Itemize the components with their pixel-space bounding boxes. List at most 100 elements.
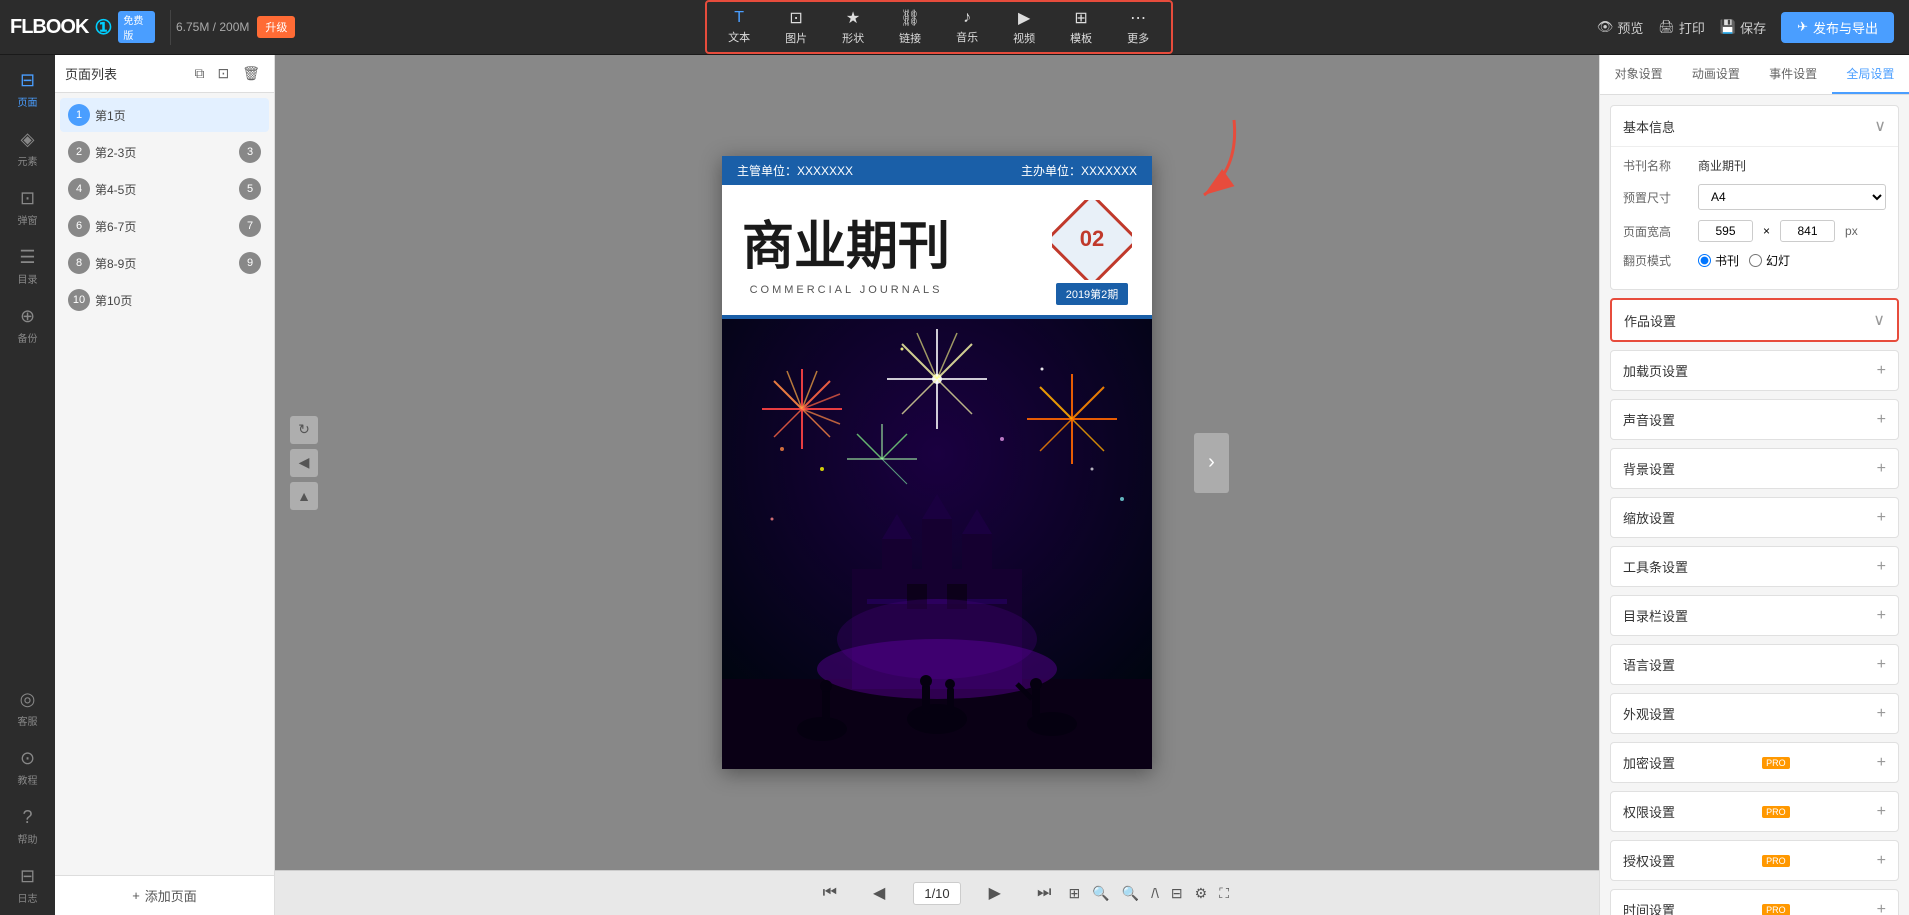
next-page-btn[interactable]: ▶ (981, 880, 1009, 906)
publish-label: 发布与导出 (1813, 18, 1878, 37)
add-page-button[interactable]: + 添加页面 (55, 875, 274, 915)
fullscreen-btn[interactable]: ⛶ (1219, 885, 1229, 902)
nav-rotate-btn[interactable]: ↻ (290, 416, 318, 444)
nav-up-btn[interactable]: ▲ (290, 482, 318, 510)
page-width-input[interactable]: 595 (1698, 220, 1753, 242)
preview-label: 预览 (1617, 18, 1643, 37)
image-icon: ⊡ (789, 8, 802, 28)
page-item-10[interactable]: 10 第10页 (60, 283, 269, 317)
tab-object[interactable]: 对象设置 (1600, 55, 1677, 94)
sidebar-item-pages[interactable]: ⊟ 页面 (0, 60, 55, 119)
zoom-header[interactable]: 缩放设置 + (1611, 498, 1898, 537)
canvas-scroll: ↻ ◀ ▲ ▼ 主管单位：XXXXXXX 主办单位：XXXXXXX 商业期刊 C… (275, 55, 1599, 870)
page-label-8: 第8-9页 (95, 255, 234, 272)
page-item-8[interactable]: 8 第8-9页 9 (60, 246, 269, 280)
sidebar-item-tutorial[interactable]: ⊙ 教程 (0, 738, 55, 797)
sidebar-item-log[interactable]: ⊟ 日志 (0, 856, 55, 915)
delete-page-btn[interactable]: 🗑 (238, 63, 264, 84)
toolbar-music[interactable]: ♪ 音乐 (940, 6, 995, 48)
zoom-out-btn[interactable]: 🔍 (1092, 885, 1109, 902)
columns-btn[interactable]: ⊟ (1171, 885, 1183, 902)
toolbar-text-label: 文本 (728, 29, 750, 45)
size-select[interactable]: A4 (1698, 184, 1886, 210)
basic-info-header[interactable]: 基本信息 ∨ (1611, 106, 1898, 147)
prev-page-btn[interactable]: ◀ (865, 880, 893, 906)
auth-header[interactable]: 授权设置 PRO + (1611, 841, 1898, 880)
toolbar-text[interactable]: T 文本 (712, 6, 767, 48)
sidebar-item-elements[interactable]: ◈ 元素 (0, 119, 55, 178)
page-height-input[interactable]: 841 (1780, 220, 1835, 242)
next-page-arrow[interactable]: › (1194, 433, 1229, 493)
more-icon: ⋯ (1130, 8, 1146, 28)
page-item-4[interactable]: 4 第4-5页 5 (60, 172, 269, 206)
sidebar-item-help[interactable]: ? 帮助 (0, 797, 55, 856)
sep-line-1 (170, 10, 171, 45)
toolbar-video[interactable]: ▶ 视频 (997, 5, 1052, 49)
nav-left-btn[interactable]: ◀ (290, 449, 318, 477)
book-canvas: ▼ 主管单位：XXXXXXX 主办单位：XXXXXXX 商业期刊 COMMERC… (722, 156, 1152, 769)
toolbar-shape[interactable]: ★ 形状 (826, 5, 881, 49)
settings-btn[interactable]: ⚙ (1195, 885, 1208, 902)
toolbar-settings-header[interactable]: 工具条设置 + (1611, 547, 1898, 586)
work-settings-section: 作品设置 ∨ (1610, 298, 1899, 342)
sidebar-item-toc[interactable]: ☰ 目录 (0, 237, 55, 296)
beta-badge[interactable]: 免费版 (118, 11, 155, 43)
flip-slide-option[interactable]: 幻灯 (1749, 252, 1790, 269)
save-btn[interactable]: 💾 保存 (1720, 18, 1766, 37)
toolbar-image[interactable]: ⊡ 图片 (769, 5, 824, 49)
toolbar-template[interactable]: ⊞ 模板 (1054, 5, 1109, 49)
header-left: 主管单位：XXXXXXX (737, 162, 853, 179)
tutorial-label: 教程 (18, 772, 38, 787)
save-label: 保存 (1740, 18, 1766, 37)
paste-page-btn[interactable]: ⊡ (213, 63, 233, 84)
copy-page-btn[interactable]: ⧉ (190, 63, 208, 84)
flip-slide-radio[interactable] (1749, 254, 1762, 267)
resources-icon: ⊕ (20, 306, 35, 327)
page-label-10: 第10页 (95, 292, 261, 309)
zoom-in-btn[interactable]: 🔍 (1122, 885, 1139, 902)
language-label: 语言设置 (1623, 655, 1675, 674)
language-header[interactable]: 语言设置 + (1611, 645, 1898, 684)
permission-plus-icon: + (1877, 803, 1886, 821)
encrypt-header[interactable]: 加密设置 PRO + (1611, 743, 1898, 782)
canvas-bottom-bar: ⏮ ◀ 1/10 ▶ ⏭ ⊞ 🔍 🔍 /\ ⊟ ⚙ ⛶ (275, 870, 1599, 915)
first-page-btn[interactable]: ⏮ (815, 881, 845, 905)
tab-animation[interactable]: 动画设置 (1677, 55, 1754, 94)
time-header[interactable]: 时间设置 PRO + (1611, 890, 1898, 915)
toolbar-link[interactable]: ⛓ 链接 (883, 5, 938, 49)
page-item-6[interactable]: 6 第6-7页 7 (60, 209, 269, 243)
sidebar-item-resources[interactable]: ⊕ 备份 (0, 296, 55, 355)
last-page-btn[interactable]: ⏭ (1029, 881, 1059, 905)
bottom-tools-right: ⊞ 🔍 🔍 /\ ⊟ ⚙ ⛶ (1069, 885, 1230, 902)
print-btn[interactable]: 🖨 打印 (1658, 18, 1705, 37)
center-toolbar: T 文本 ⊡ 图片 ★ 形状 ⛓ 链接 ♪ 音乐 ▶ 视频 (295, 0, 1581, 54)
upgrade-button[interactable]: 升级 (257, 16, 295, 38)
background-header[interactable]: 背景设置 + (1611, 449, 1898, 488)
fit-btn[interactable]: /\ (1151, 885, 1159, 901)
tab-event[interactable]: 事件设置 (1755, 55, 1832, 94)
appearance-plus-icon: + (1877, 705, 1886, 723)
sidebar-item-customer[interactable]: ◎ 客服 (0, 679, 55, 738)
appearance-header[interactable]: 外观设置 + (1611, 694, 1898, 733)
page-badge-3: 3 (239, 141, 261, 163)
page-item-1[interactable]: 1 第1页 (60, 98, 269, 132)
toolbar-section: 工具条设置 + (1610, 546, 1899, 587)
sound-header[interactable]: 声音设置 + (1611, 400, 1898, 439)
work-settings-header[interactable]: 作品设置 ∨ (1612, 300, 1897, 340)
video-icon: ▶ (1018, 8, 1030, 28)
toc-settings-header[interactable]: 目录栏设置 + (1611, 596, 1898, 635)
page-item-2[interactable]: 2 第2-3页 3 (60, 135, 269, 169)
header-right: 主办单位：XXXXXXX (1021, 162, 1137, 179)
firework-red (762, 369, 842, 449)
main-title: 商业期刊 (742, 204, 950, 279)
preview-btn[interactable]: 👁 预览 (1597, 18, 1644, 37)
flip-book-option[interactable]: 书刊 (1698, 252, 1739, 269)
publish-button[interactable]: ✈ 发布与导出 (1781, 12, 1894, 43)
tab-global[interactable]: 全局设置 (1832, 55, 1909, 94)
flip-book-radio[interactable] (1698, 254, 1711, 267)
permission-header[interactable]: 权限设置 PRO + (1611, 792, 1898, 831)
grid-btn[interactable]: ⊞ (1069, 885, 1081, 902)
loading-header[interactable]: 加载页设置 + (1611, 351, 1898, 390)
sidebar-item-popup[interactable]: ⊡ 弹窗 (0, 178, 55, 237)
toolbar-more[interactable]: ⋯ 更多 (1111, 5, 1166, 49)
